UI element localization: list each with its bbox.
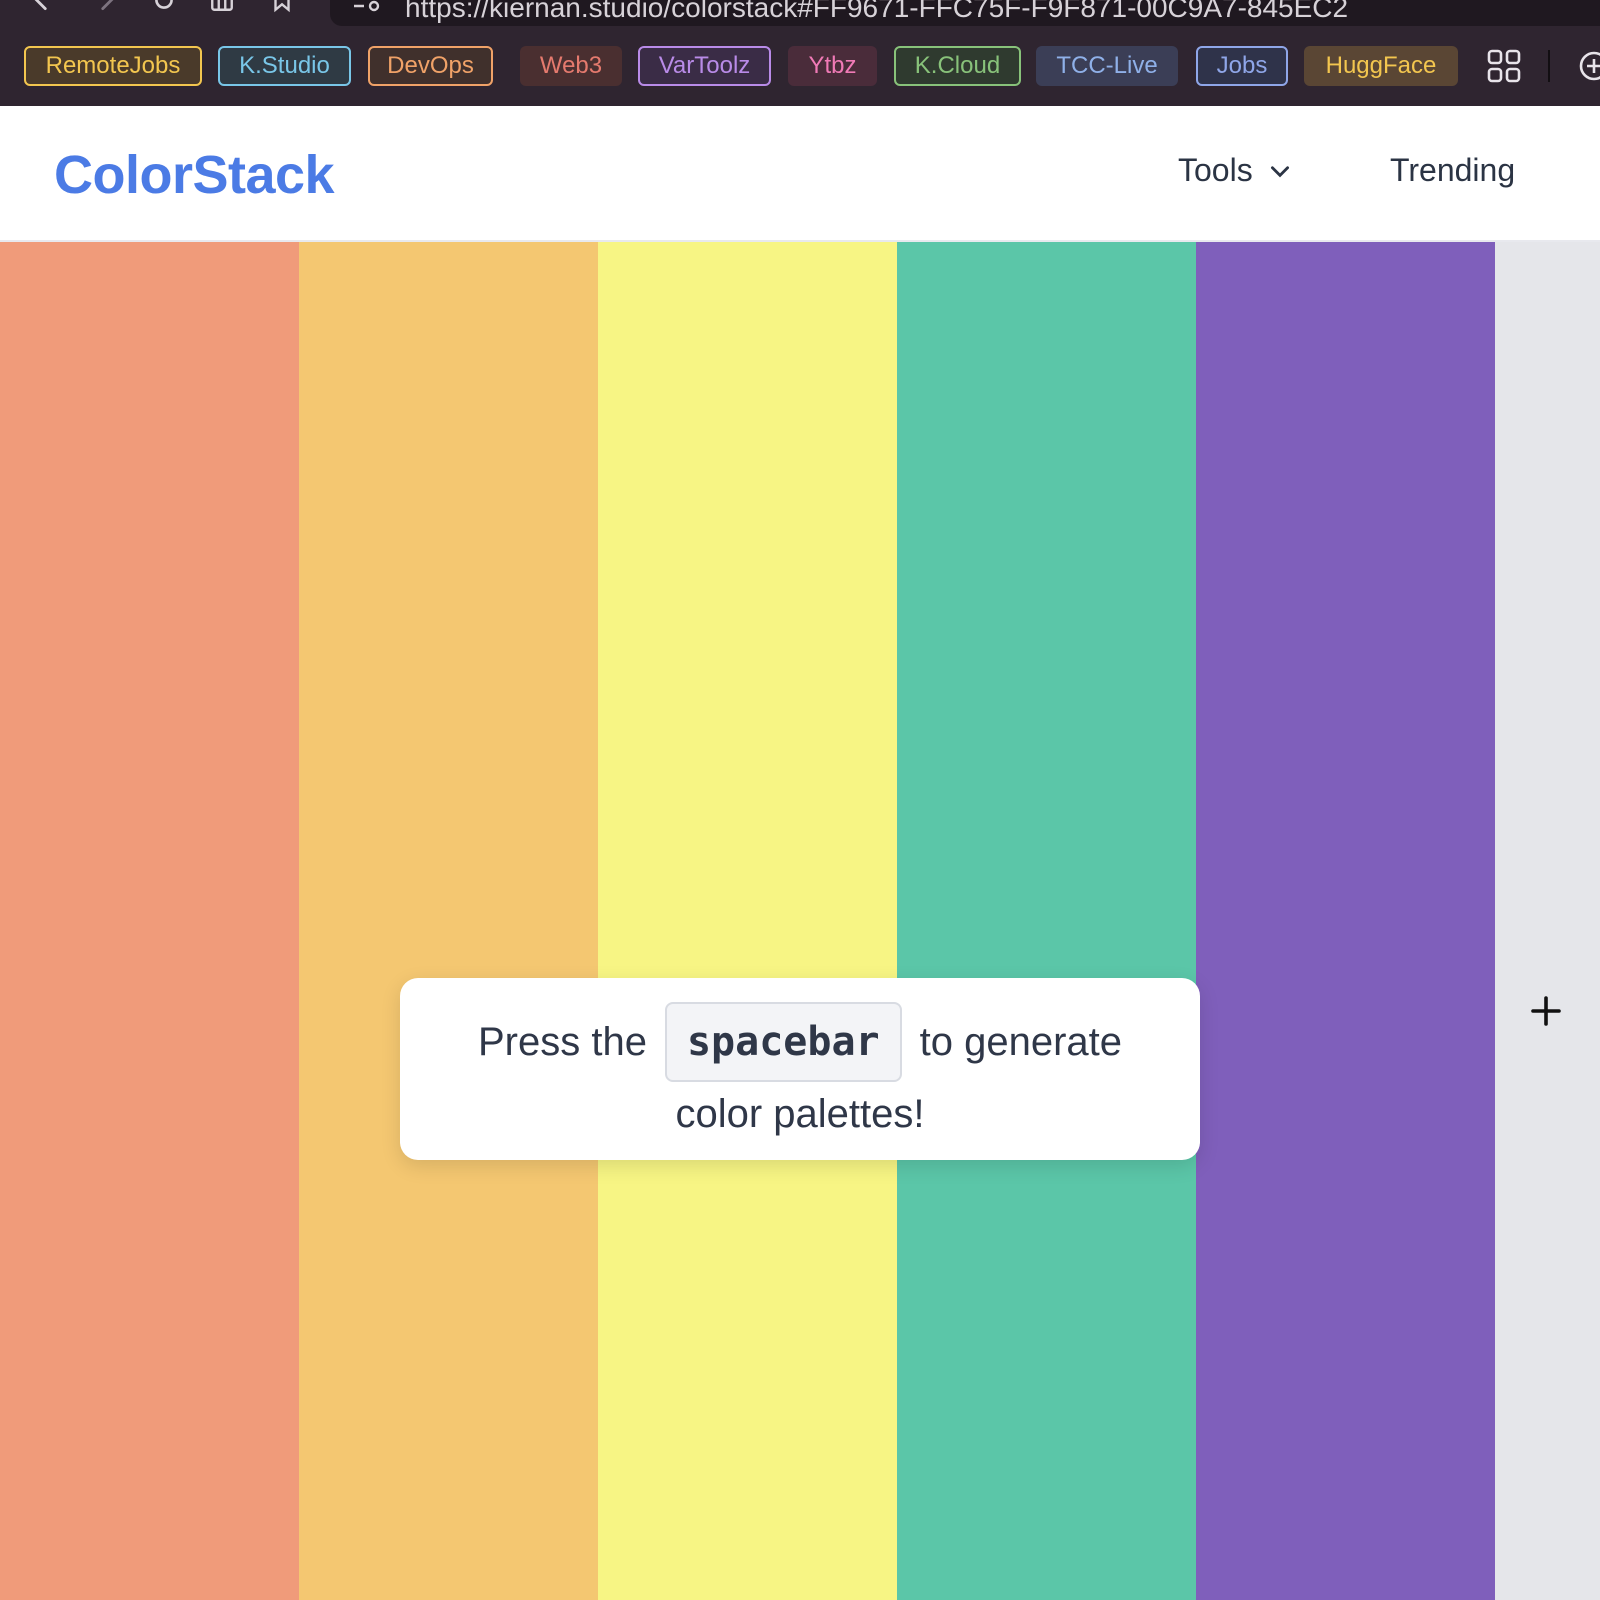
url-text: https://kiernan.studio/colorstack#FF9671… bbox=[405, 0, 1349, 23]
nav-trending-link[interactable]: Trending bbox=[1390, 152, 1515, 189]
color-swatch-5[interactable] bbox=[1196, 242, 1495, 1600]
bookmark-ytbz[interactable]: Ytbz bbox=[788, 46, 877, 86]
reload-button[interactable] bbox=[146, 0, 182, 12]
reload-icon bbox=[155, 0, 173, 9]
color-swatch-2[interactable] bbox=[299, 242, 598, 1600]
hint-line-1: Press the spacebar to generate bbox=[400, 1002, 1200, 1082]
bookmark-remotejobs[interactable]: RemoteJobs bbox=[24, 46, 202, 86]
back-button[interactable] bbox=[24, 0, 60, 12]
bookmark-k-cloud[interactable]: K.Cloud bbox=[894, 46, 1021, 86]
chevron-right-icon bbox=[101, 0, 114, 11]
bookmark-tcc-live[interactable]: TCC-Live bbox=[1036, 46, 1178, 86]
chevron-down-icon bbox=[1270, 165, 1289, 177]
bookmark-icon bbox=[274, 0, 290, 13]
bookmark-huggface[interactable]: HuggFace bbox=[1304, 46, 1458, 86]
library-icon bbox=[211, 0, 233, 11]
bookmark-vartoolz[interactable]: VarToolz bbox=[638, 46, 771, 86]
address-bar[interactable]: https://kiernan.studio/colorstack#FF9671… bbox=[330, 0, 1600, 26]
site-settings-icon bbox=[354, 0, 380, 12]
forward-button[interactable] bbox=[88, 0, 124, 12]
extension-icon[interactable] bbox=[1578, 50, 1600, 82]
toolbar-divider bbox=[1548, 50, 1550, 82]
add-color-column[interactable] bbox=[1495, 242, 1600, 1600]
nav-tools-dropdown[interactable]: Tools bbox=[1178, 152, 1293, 189]
chevron-left-icon bbox=[34, 0, 47, 11]
hint-prefix: Press the bbox=[477, 1020, 647, 1064]
hint-line-2: color palettes! bbox=[675, 1092, 925, 1136]
spacebar-key: spacebar bbox=[664, 1002, 902, 1082]
library-button[interactable] bbox=[204, 0, 240, 12]
bookmark-web3[interactable]: Web3 bbox=[520, 46, 622, 86]
spacebar-hint-card: Press the spacebar to generate color pal… bbox=[400, 978, 1200, 1160]
plus-icon[interactable] bbox=[1527, 992, 1565, 1030]
bookmark-devops[interactable]: DevOps bbox=[368, 46, 493, 86]
bookmark-jobs[interactable]: Jobs bbox=[1196, 46, 1288, 86]
color-swatch-3[interactable] bbox=[598, 242, 897, 1600]
brand-logo[interactable]: ColorStack bbox=[54, 144, 335, 206]
hint-suffix: to generate bbox=[919, 1020, 1122, 1064]
bookmark-button[interactable] bbox=[264, 0, 300, 13]
nav-tools-label: Tools bbox=[1178, 152, 1253, 188]
bookmark-k-studio[interactable]: K.Studio bbox=[218, 46, 351, 86]
color-palette bbox=[0, 242, 1600, 1600]
site-header: ColorStack Tools Trending bbox=[0, 106, 1600, 242]
grid-icon[interactable] bbox=[1486, 48, 1522, 84]
browser-chrome: https://kiernan.studio/colorstack#FF9671… bbox=[0, 0, 1600, 106]
color-swatch-1[interactable] bbox=[0, 242, 299, 1600]
color-swatch-4[interactable] bbox=[897, 242, 1196, 1600]
